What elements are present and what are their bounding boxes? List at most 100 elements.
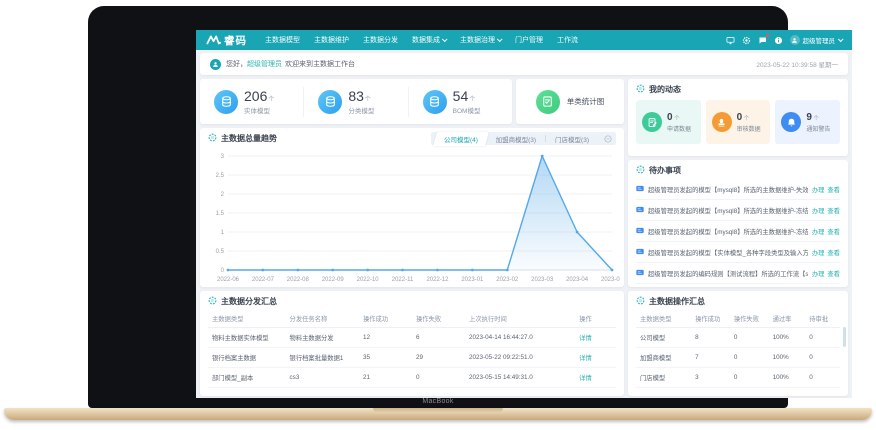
stat-item-0[interactable]: 206个实体模型: [200, 87, 303, 117]
activity-label: 审核数据: [737, 124, 761, 133]
todo-view-link[interactable]: 查看: [827, 185, 840, 194]
todo-handle-link[interactable]: 办理: [812, 227, 825, 236]
nav-item-2[interactable]: 主数据分发: [363, 35, 398, 45]
trend-tab-1[interactable]: 加盟商模型(3): [487, 132, 545, 146]
todo-handle-link[interactable]: 办理: [812, 248, 825, 257]
stat-value: 54: [453, 88, 469, 104]
nav-item-3[interactable]: 数据集成: [412, 35, 446, 45]
table-cell: 详情: [575, 328, 616, 348]
detail-link[interactable]: 详情: [579, 335, 592, 342]
svg-text:2023-01: 2023-01: [461, 277, 484, 283]
table-cell: cs3: [286, 368, 359, 388]
svg-text:0.5: 0.5: [216, 249, 225, 255]
user-menu[interactable]: 超级管理员: [790, 35, 843, 45]
svg-text:2022-11: 2022-11: [392, 277, 414, 283]
main-menu: 主数据模型 主数据维护 主数据分发 数据集成 主数据治理 门户管理 工作流: [265, 35, 578, 45]
database-icon: [423, 90, 447, 114]
single-chart-card[interactable]: 单类统计图: [516, 79, 624, 124]
column-header: 操作成功: [359, 310, 412, 328]
todo-actions: 办理查看: [812, 269, 840, 278]
trend-chart-card: 主数据总量趋势 公司模型(4)加盟商模型(3)门店模型(3) 00.511.52…: [200, 128, 624, 287]
scrollbar-thumb[interactable]: [843, 327, 846, 347]
table-cell: 100%: [769, 328, 806, 348]
trend-chart-svg: 00.511.522.532022-062022-072022-082022-0…: [204, 148, 620, 285]
todo-text: 超级管理员发起的编码规则【测试流程】所选的工作流【sz-编码...: [648, 269, 808, 278]
nav-item-0[interactable]: 主数据模型: [265, 35, 300, 45]
page: MacBook 睿码 主数据模型主数据维护主数据分发数据集成主数据治理门户管理工…: [0, 0, 876, 430]
todo-item-4[interactable]: 超级管理员发起的编码规则【测试流程】所选的工作流【sz-编码... 办理查看: [636, 263, 840, 284]
table-cell: 0: [805, 348, 840, 368]
stat-text: 83个分类模型: [348, 88, 374, 115]
operation-header: 主数据操作汇总: [628, 291, 848, 310]
column-header: 操作失败: [730, 310, 769, 328]
todo-item-3[interactable]: 超级管理员发起的模型【实体模型_各种字段类型及输入方式_副...办理查看: [636, 242, 840, 263]
operation-title: 主数据操作汇总: [649, 296, 705, 307]
stat-text: 54个BOM模型: [453, 88, 481, 115]
table-header-row: 主数据类型操作成功操作失败通过率待审批: [636, 310, 840, 328]
activity-card: 我的动态 0 个申请数据0 个审核数据9 个通知警告: [628, 79, 848, 156]
table-row: 物料主数据实体模型物料主数据分发1262023-04-14 16:44:27.0…: [208, 328, 616, 348]
trend-tab-label: 公司模型(4): [444, 134, 478, 144]
table-cell: 8: [691, 328, 730, 348]
activity-header: 我的动态: [628, 79, 848, 98]
welcome-avatar-icon: [210, 59, 221, 70]
detail-link[interactable]: 详情: [579, 375, 592, 382]
detail-link[interactable]: 详情: [579, 355, 592, 362]
column-header: 操作失败: [412, 310, 465, 328]
todo-item-2[interactable]: 超级管理员发起的模型【mysql8】所选的主数据维护-冻结工作...办理查看: [636, 221, 840, 242]
table-row: 公司模型80100%0: [636, 328, 840, 348]
message-icon[interactable]: [758, 36, 767, 45]
nav-item-4[interactable]: 主数据治理: [460, 35, 501, 45]
table-cell: 2023-05-15 14:49:31.0: [465, 368, 575, 388]
todo-handle-link[interactable]: 办理: [812, 185, 825, 194]
todo-item-5[interactable]: 超级管理员发起的编码规则【测试规则】所选的工作流【sz-编码...办理查看: [636, 284, 840, 287]
todo-item-0[interactable]: 超级管理员发起的模型【mysql8】所选的主数据维护-失效工作...办理查看: [636, 179, 840, 200]
svg-text:2: 2: [221, 192, 225, 198]
greeting-username[interactable]: 超级管理员: [247, 59, 282, 69]
nav-item-label: 主数据分发: [363, 35, 398, 45]
info-icon[interactable]: [774, 36, 783, 45]
trend-tab-label: 门店模型(3): [555, 137, 589, 144]
distribution-table: 主数据类型分发任务名称操作成功操作失败上次执行时间操作物料主数据实体模型物料主数…: [208, 310, 616, 388]
todo-handle-link[interactable]: 办理: [812, 206, 825, 215]
trend-tabbar: 公司模型(4) 加盟商模型(3) 门店模型(3): [431, 132, 616, 145]
nav-item-1[interactable]: 主数据维护: [314, 35, 349, 45]
distribution-title: 主数据分发汇总: [221, 296, 277, 307]
database-icon: [214, 90, 238, 114]
svg-text:3: 3: [221, 154, 225, 160]
nav-item-6[interactable]: 工作流: [557, 35, 578, 45]
trend-tab-0[interactable]: 公司模型(4): [433, 132, 489, 146]
greeting-suffix: 欢迎来到主数据工作台: [285, 59, 355, 69]
todo-view-link[interactable]: 查看: [827, 227, 840, 236]
stat-item-2[interactable]: 54个BOM模型: [408, 87, 512, 117]
gear-icon[interactable]: [742, 36, 751, 45]
task-tag-icon: [636, 248, 644, 257]
table-row: 部门模型_副本cs32102023-05-15 14:49:31.0详情: [208, 368, 616, 388]
chevron-down-icon: [497, 36, 503, 42]
table-row: 加盟商模型70100%0: [636, 348, 840, 368]
minus-circle-icon[interactable]: [604, 135, 612, 143]
table-header-row: 主数据类型分发任务名称操作成功操作失败上次执行时间操作: [208, 310, 616, 328]
table-cell: 物料主数据分发: [286, 328, 359, 348]
stat-item-1[interactable]: 83个分类模型: [303, 87, 407, 117]
todo-item-1[interactable]: 超级管理员发起的模型【mysql8】所选的主数据维护-冻结工作...办理查看: [636, 200, 840, 221]
todo-handle-link[interactable]: 办理: [812, 269, 825, 278]
column-header: 操作: [575, 310, 616, 328]
todo-view-link[interactable]: 查看: [827, 269, 840, 278]
activity-item-1[interactable]: 0 个审核数据: [706, 100, 771, 144]
activity-item-2[interactable]: 9 个通知警告: [775, 100, 840, 144]
nav-item-5[interactable]: 门户管理: [515, 35, 543, 45]
monitor-icon[interactable]: [726, 36, 735, 45]
table-cell: 0: [730, 348, 769, 368]
trend-tab-2[interactable]: 门店模型(3): [546, 132, 598, 146]
app-logo[interactable]: 睿码: [196, 33, 257, 48]
activity-item-0[interactable]: 0 个申请数据: [636, 100, 701, 144]
column-header: 主数据类型: [636, 310, 691, 328]
macbook-base: [4, 408, 872, 420]
table-row: 门店模型30100%0: [636, 368, 840, 388]
todo-view-link[interactable]: 查看: [827, 206, 840, 215]
dashboard-screen: 睿码 主数据模型 主数据维护 主数据分发 数据集成 主数据治理 门户管理 工作流: [196, 30, 852, 398]
table-cell: 0: [730, 328, 769, 348]
stat-label: 实体模型: [244, 105, 274, 115]
todo-view-link[interactable]: 查看: [827, 248, 840, 257]
